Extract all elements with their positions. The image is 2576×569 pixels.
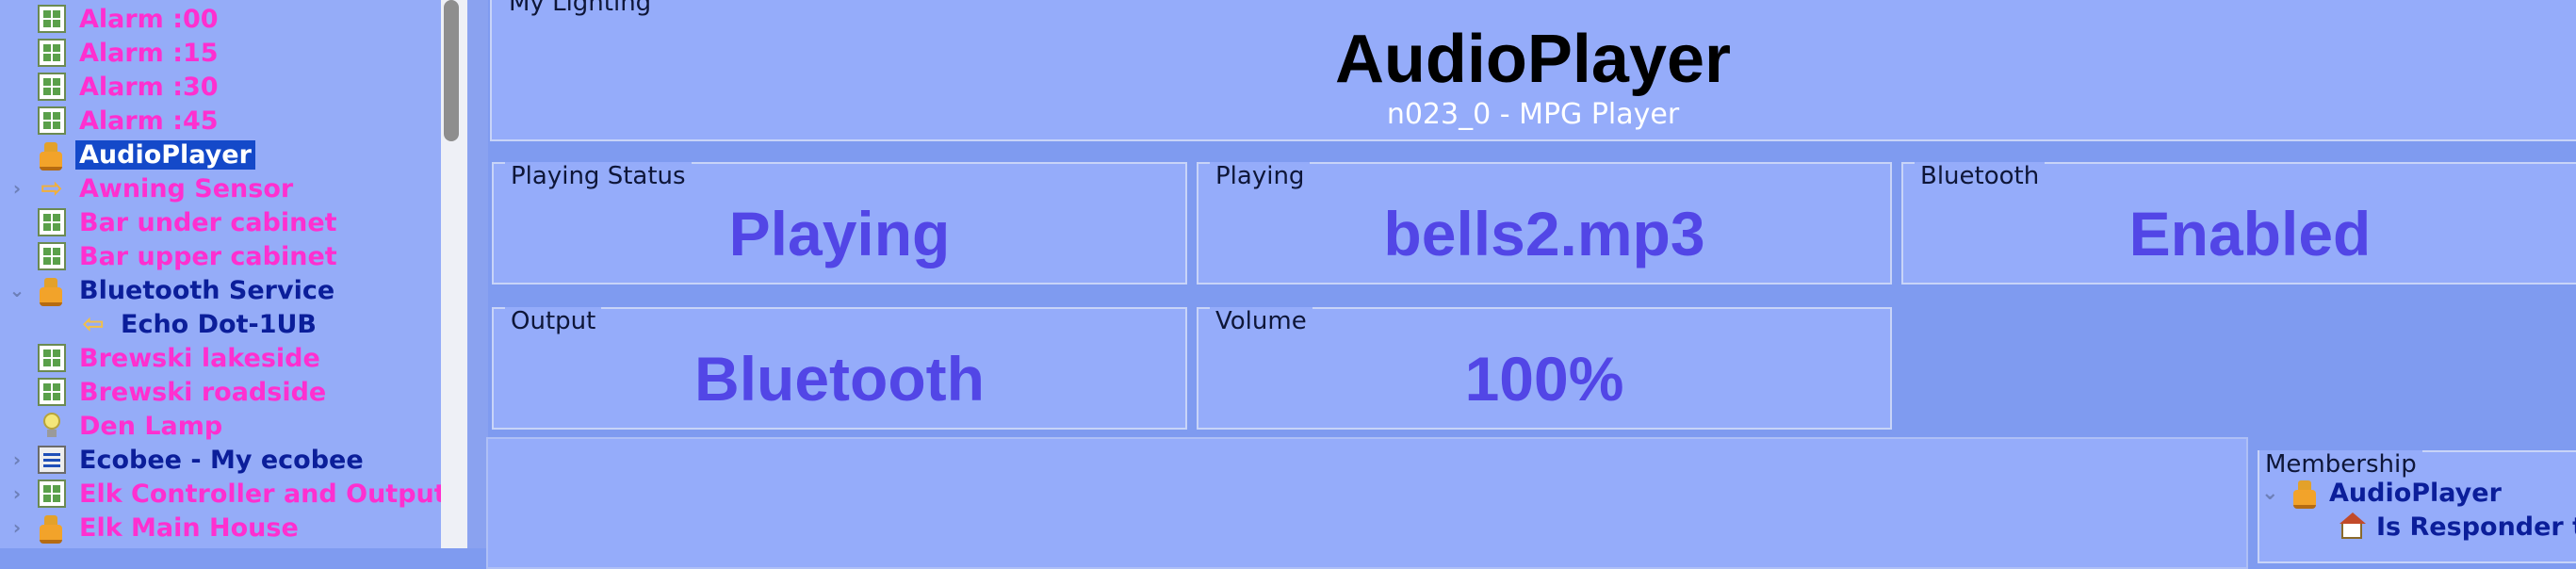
section-label: My Lighting <box>503 0 658 17</box>
scene-grid-icon <box>38 480 66 508</box>
tree-item-label: Alarm :45 <box>79 106 219 136</box>
expand-chevron-icon[interactable]: › <box>8 177 26 200</box>
device-title: AudioPlayer <box>1334 22 1732 97</box>
tree-item-alarm-15[interactable]: Alarm :15 <box>38 36 222 70</box>
details-panel <box>486 437 2248 569</box>
tree-item-label: Alarm :15 <box>79 38 219 68</box>
playing-panel: Playing bells2.mp3 <box>1197 162 1892 284</box>
tree-item-alarm-00[interactable]: Alarm :00 <box>38 2 222 36</box>
bluetooth-value: Enabled <box>2128 199 2372 268</box>
tree-item-audioplayer[interactable]: AudioPlayer <box>38 138 255 171</box>
arrow-right-icon: ⇨ <box>41 172 63 203</box>
tree-item-den-lamp[interactable]: Den Lamp <box>38 409 226 443</box>
tree-item-label: Echo Dot-1UB <box>121 309 317 339</box>
membership-item-audioplayer[interactable]: ⌄ AudioPlayer <box>2261 477 2502 509</box>
tree-item-label: Brewski roadside <box>79 377 327 407</box>
scene-grid-icon <box>38 73 66 101</box>
panel-label: Playing Status <box>505 162 692 190</box>
tree-item-elk-controller[interactable]: › Elk Controller and Outputs <box>13 477 441 511</box>
expand-chevron-icon[interactable]: › <box>8 448 26 471</box>
scene-grid-icon <box>38 208 66 236</box>
node-server-icon <box>38 140 66 171</box>
tree-item-label: Bar upper cabinet <box>79 241 337 271</box>
output-value: Bluetooth <box>694 344 985 414</box>
tree-item-alarm-45[interactable]: Alarm :45 <box>38 104 222 138</box>
scene-grid-icon <box>38 344 66 372</box>
tree-item-label: Elk Controller and Outputs <box>79 479 441 509</box>
splitter[interactable] <box>467 0 488 548</box>
tree-item-awning-sensor[interactable]: › ⇨ Awning Sensor <box>13 171 297 205</box>
membership-item-label: AudioPlayer <box>2329 478 2502 508</box>
panel-label: Playing <box>1210 162 1311 190</box>
tree-item-label: Ecobee - My ecobee <box>79 445 364 475</box>
house-icon <box>2339 512 2367 541</box>
bluetooth-panel: Bluetooth Enabled <box>1901 162 2576 284</box>
tree-item-bluetooth-service[interactable]: ⌄ Bluetooth Service <box>9 273 338 307</box>
arrow-left-icon: ⇦ <box>82 308 105 339</box>
tree-item-label: AudioPlayer <box>75 139 255 170</box>
output-panel: Output Bluetooth <box>492 307 1187 430</box>
tree-item-bar-under-cabinet[interactable]: Bar under cabinet <box>38 205 341 239</box>
playing-value: bells2.mp3 <box>1383 199 1705 268</box>
node-server-icon <box>38 513 66 544</box>
tree-item-bar-upper-cabinet[interactable]: Bar upper cabinet <box>38 239 341 273</box>
tree-item-elk-main-house[interactable]: › Elk Main House <box>13 511 302 545</box>
tree-item-label: Bluetooth Service <box>79 275 335 305</box>
tree-item-label: Elk Main House <box>79 512 299 543</box>
tree-item-label: Bar under cabinet <box>79 207 337 237</box>
tree-item-label: Brewski lakeside <box>79 343 320 373</box>
tree-item-label: Alarm :30 <box>79 72 219 102</box>
scene-grid-icon <box>38 5 66 33</box>
tree-scrollbar-thumb[interactable] <box>444 0 459 141</box>
volume-panel: Volume 100% <box>1197 307 1892 430</box>
scene-grid-icon <box>38 106 66 135</box>
scene-grid-icon <box>38 378 66 406</box>
tree-item-echo-dot[interactable]: ⇦ Echo Dot-1UB <box>79 307 320 341</box>
collapse-chevron-icon[interactable]: ⌄ <box>8 279 26 301</box>
membership-item-responder[interactable]: Is Responder to <box>2339 511 2576 543</box>
lightbulb-icon <box>38 412 66 440</box>
volume-value: 100% <box>1464 344 1624 414</box>
panel-label: Bluetooth <box>1915 162 2046 190</box>
tree-item-alarm-30[interactable]: Alarm :30 <box>38 70 222 104</box>
panel-label: Volume <box>1210 307 1312 335</box>
membership-item-label: Is Responder to <box>2376 512 2576 542</box>
scene-grid-icon <box>38 242 66 270</box>
device-tree[interactable]: Alarm :00 Alarm :15 Alarm :30 Alarm :45 … <box>0 0 441 548</box>
node-server-icon <box>38 276 66 306</box>
tree-item-label: Alarm :00 <box>79 4 219 34</box>
tree-item-brewski-lakeside[interactable]: Brewski lakeside <box>38 341 324 375</box>
node-server-icon <box>2291 479 2320 509</box>
playing-status-value: Playing <box>728 199 951 268</box>
expand-chevron-icon[interactable]: › <box>8 482 26 505</box>
tree-item-label: Awning Sensor <box>79 173 294 203</box>
membership-panel: Membership ⌄ AudioPlayer Is Responder to <box>2258 450 2576 563</box>
playing-status-panel: Playing Status Playing <box>492 162 1187 284</box>
tree-item-brewski-roadside[interactable]: Brewski roadside <box>38 375 330 409</box>
panel-label: Membership <box>2259 450 2422 479</box>
expand-chevron-icon[interactable]: › <box>8 516 26 539</box>
thermostat-icon <box>38 446 66 474</box>
collapse-chevron-icon[interactable]: ⌄ <box>2261 481 2291 505</box>
panel-label: Output <box>505 307 602 335</box>
tree-item-ecobee[interactable]: › Ecobee - My ecobee <box>13 443 367 477</box>
scene-grid-icon <box>38 39 66 67</box>
device-subtitle: n023_0 - MPG Player <box>1386 98 1680 131</box>
tree-item-label: Den Lamp <box>79 411 223 441</box>
